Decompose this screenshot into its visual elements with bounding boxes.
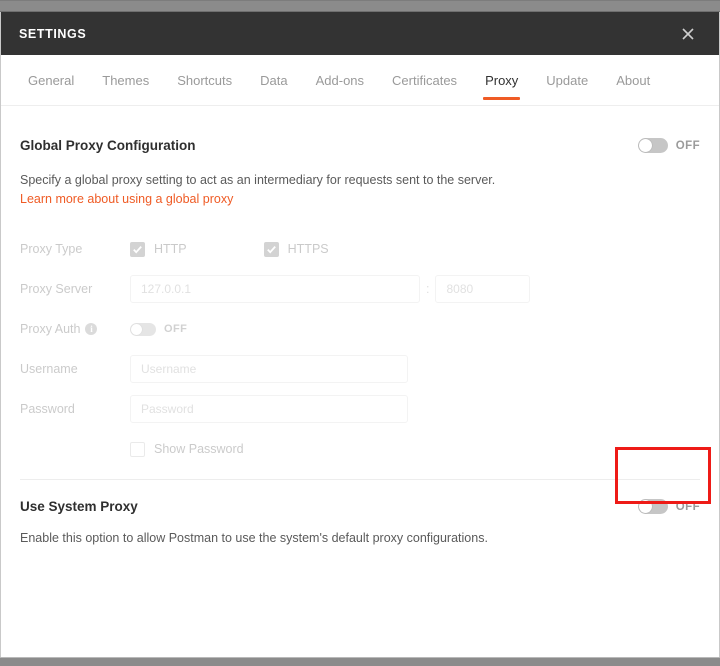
proxy-type-https-option[interactable]: HTTPS bbox=[263, 241, 329, 257]
toggle-knob bbox=[131, 323, 142, 335]
https-checkbox[interactable] bbox=[263, 241, 279, 257]
window-title: SETTINGS bbox=[19, 26, 87, 41]
proxy-server-port-input[interactable] bbox=[435, 275, 531, 304]
proxy-server-row: Proxy Server : bbox=[20, 272, 700, 306]
proxy-type-checkbox-group: HTTP HTTPS bbox=[130, 241, 329, 257]
window-edge-bottom bbox=[0, 657, 720, 666]
global-proxy-toggle[interactable] bbox=[637, 138, 668, 153]
toggle-knob bbox=[638, 139, 652, 152]
system-proxy-description: Enable this option to allow Postman to u… bbox=[20, 531, 488, 546]
proxy-type-row: Proxy Type HTTP HTTPS bbox=[20, 232, 700, 266]
system-proxy-title: Use System Proxy bbox=[20, 499, 138, 515]
tab-shortcuts-label: Shortcuts bbox=[177, 73, 233, 88]
tab-update[interactable]: Update bbox=[532, 55, 602, 106]
password-row: Password bbox=[20, 392, 700, 426]
window-titlebar: SETTINGS bbox=[0, 12, 720, 55]
close-icon[interactable] bbox=[675, 21, 701, 47]
username-input[interactable] bbox=[130, 355, 408, 384]
password-input[interactable] bbox=[130, 395, 408, 424]
proxy-auth-label-text: Proxy Auth bbox=[20, 322, 81, 337]
username-row: Username bbox=[20, 352, 700, 386]
tab-themes[interactable]: Themes bbox=[88, 55, 163, 106]
settings-window: SETTINGS General Themes Shortcuts Data A… bbox=[0, 0, 720, 666]
use-system-proxy-toggle[interactable] bbox=[637, 499, 668, 515]
system-proxy-header: Use System Proxy OFF bbox=[20, 480, 700, 515]
show-password-label: Show Password bbox=[154, 442, 244, 457]
tab-certificates[interactable]: Certificates bbox=[378, 55, 471, 106]
password-label: Password bbox=[20, 402, 75, 417]
settings-tabbar: General Themes Shortcuts Data Add-ons Ce… bbox=[0, 55, 720, 106]
toggle-knob bbox=[638, 500, 652, 514]
tab-about-label: About bbox=[616, 73, 651, 88]
proxy-type-http-option[interactable]: HTTP bbox=[130, 241, 187, 257]
proxy-auth-toggle[interactable] bbox=[130, 322, 156, 336]
proxy-server-label: Proxy Server bbox=[20, 282, 93, 297]
tab-update-label: Update bbox=[546, 73, 589, 88]
proxy-server-host-input[interactable] bbox=[130, 275, 420, 304]
show-password-checkbox[interactable] bbox=[130, 441, 145, 457]
proxy-auth-toggle-state: OFF bbox=[164, 323, 188, 336]
proxy-settings-panel: Global Proxy Configuration OFF Specify a… bbox=[0, 106, 720, 661]
tab-general-label: General bbox=[28, 73, 75, 88]
tab-data-label: Data bbox=[260, 73, 288, 88]
proxy-config-form: Proxy Type HTTP HTTPS Proxy Server 127.0… bbox=[20, 232, 700, 466]
window-chrome-strip bbox=[0, 0, 720, 12]
tab-proxy-label: Proxy bbox=[485, 73, 519, 88]
show-password-row: Show Password bbox=[20, 432, 700, 466]
tab-certificates-label: Certificates bbox=[392, 73, 458, 88]
proxy-auth-label: Proxy Auth i bbox=[20, 322, 130, 336]
global-proxy-toggle-state: OFF bbox=[675, 139, 700, 152]
proxy-auth-toggle-group[interactable]: OFF bbox=[130, 322, 188, 336]
info-icon[interactable]: i bbox=[85, 323, 98, 336]
window-edge-left bbox=[0, 12, 1, 666]
tab-add-ons[interactable]: Add-ons bbox=[302, 55, 378, 106]
use-system-proxy-toggle-state: OFF bbox=[675, 500, 700, 513]
username-label: Username bbox=[20, 362, 78, 377]
http-checkbox[interactable] bbox=[130, 241, 145, 257]
tab-data[interactable]: Data bbox=[246, 55, 301, 106]
global-proxy-title: Global Proxy Configuration bbox=[20, 138, 196, 153]
tab-about[interactable]: About bbox=[602, 55, 664, 106]
tab-shortcuts[interactable]: Shortcuts bbox=[163, 55, 246, 106]
proxy-server-separator: : bbox=[426, 282, 430, 297]
global-proxy-learn-more-link[interactable]: Learn more about using a global proxy bbox=[20, 192, 233, 206]
tab-themes-label: Themes bbox=[102, 73, 150, 88]
http-checkbox-label: HTTP bbox=[154, 242, 187, 257]
global-proxy-description: Specify a global proxy setting to act as… bbox=[20, 173, 496, 187]
tab-general[interactable]: General bbox=[14, 55, 88, 106]
global-proxy-header: Global Proxy Configuration OFF bbox=[20, 106, 700, 153]
use-system-proxy-toggle-group[interactable]: OFF bbox=[637, 499, 700, 515]
tab-proxy[interactable]: Proxy bbox=[471, 55, 532, 106]
https-checkbox-label: HTTPS bbox=[287, 242, 329, 257]
global-proxy-toggle-group[interactable]: OFF bbox=[637, 138, 700, 153]
proxy-type-label: Proxy Type bbox=[20, 242, 83, 257]
proxy-auth-row: Proxy Auth i OFF bbox=[20, 312, 700, 346]
tab-add-ons-label: Add-ons bbox=[315, 73, 365, 88]
show-password-option[interactable]: Show Password bbox=[130, 441, 244, 457]
